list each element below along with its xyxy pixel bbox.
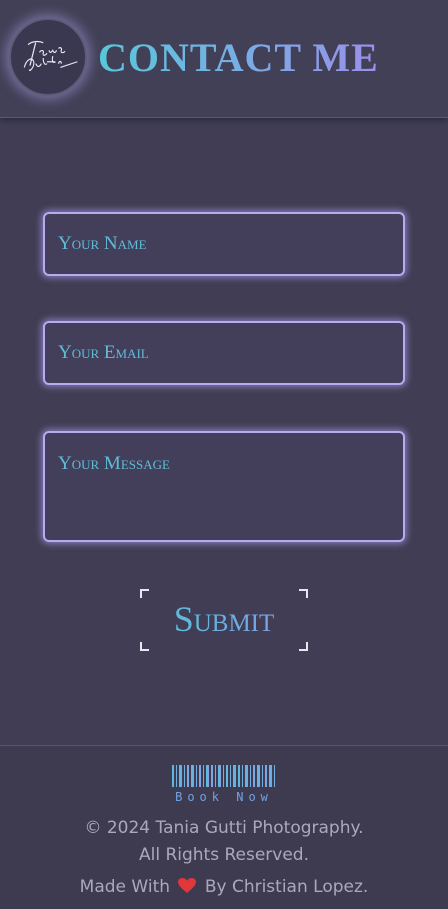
logo[interactable] xyxy=(9,18,87,96)
page-title: CONTACT ME xyxy=(98,35,379,80)
site-header: CONTACT ME xyxy=(0,0,448,118)
signature-logo-icon xyxy=(23,40,78,72)
made-with-prefix: Made With xyxy=(79,877,171,897)
copyright-text: © 2024 Tania Gutti Photography. xyxy=(84,818,364,838)
barcode-icon xyxy=(172,765,275,787)
book-now-link[interactable]: Book Now xyxy=(170,765,278,805)
submit-button[interactable]: Submit xyxy=(140,589,308,651)
corner-bracket xyxy=(299,589,308,598)
submit-label: Submit xyxy=(140,599,308,639)
name-field[interactable] xyxy=(43,212,405,276)
corner-bracket xyxy=(140,642,149,651)
book-now-label: Book Now xyxy=(175,790,273,804)
made-with-suffix: By Christian Lopez. xyxy=(204,877,369,897)
site-footer: Book Now © 2024 Tania Gutti Photography.… xyxy=(0,745,448,909)
corner-bracket xyxy=(299,642,308,651)
email-field[interactable] xyxy=(43,321,405,385)
made-with-credit: Made With By Christian Lopez. xyxy=(0,874,448,901)
heart-icon xyxy=(178,878,197,893)
corner-bracket xyxy=(140,589,149,598)
rights-text: All Rights Reserved. xyxy=(138,845,310,865)
contact-page: CONTACT ME Submit xyxy=(0,0,448,909)
message-field[interactable] xyxy=(43,431,405,542)
